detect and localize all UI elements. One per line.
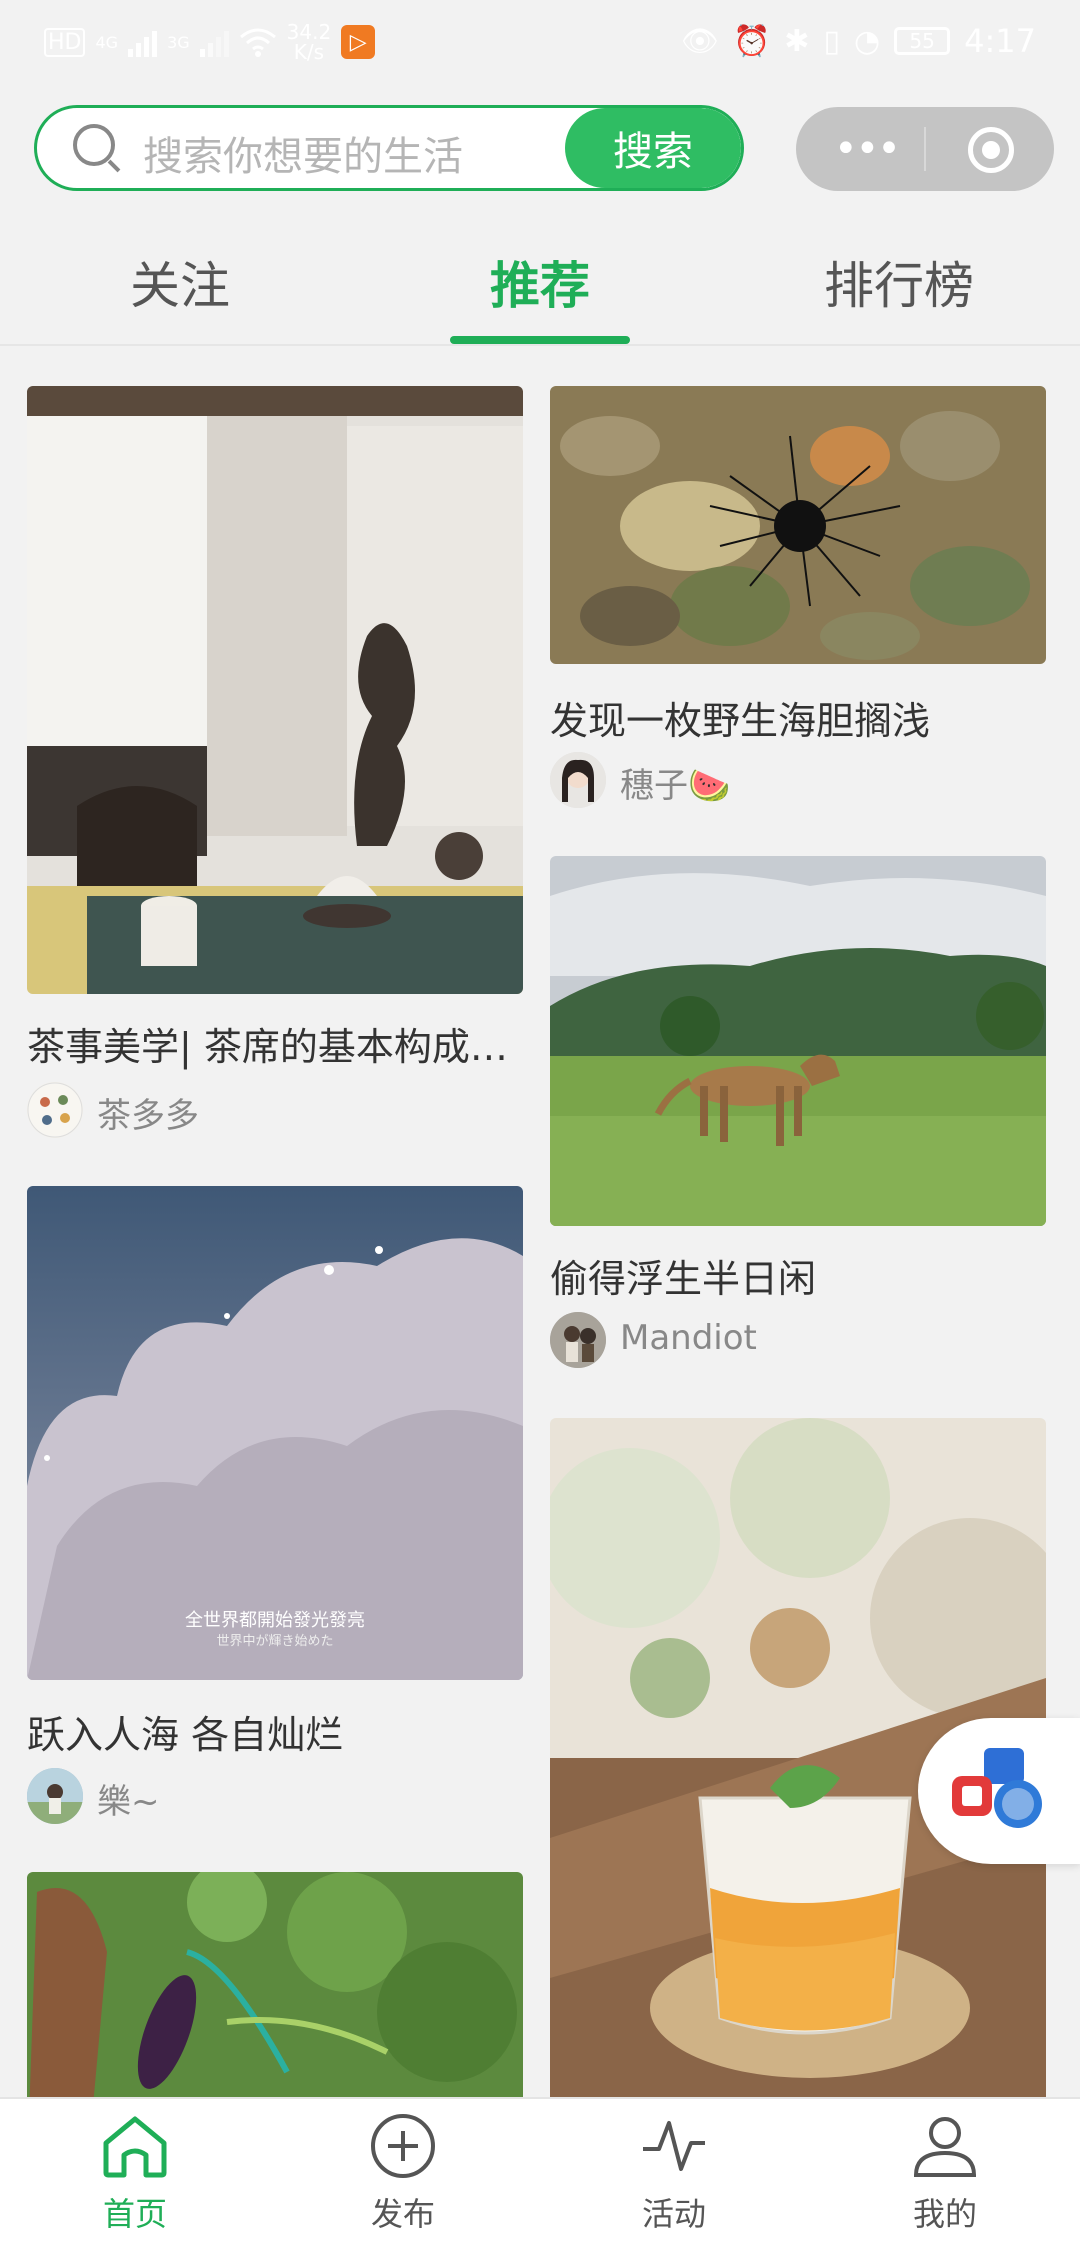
search-icon bbox=[73, 124, 115, 166]
assistant-icon bbox=[952, 1748, 1042, 1828]
image-overlay-subcaption: 世界中が輝き始めた bbox=[216, 1634, 334, 1649]
activity-icon bbox=[643, 2121, 705, 2171]
author-name: Mandiot bbox=[620, 1318, 757, 1358]
tabbar-home[interactable]: 首页 bbox=[55, 2113, 215, 2235]
tabbar-activity-label: 活动 bbox=[641, 2195, 706, 2233]
status-left: HD 4G 3G 34.2 K/s ▷ bbox=[44, 22, 376, 62]
status-right: 👁 ⏰ ✱ ▯ ◔ 55 4:17 bbox=[681, 22, 1036, 60]
card-title: 茶事美学| 茶席的基本构成… bbox=[27, 1025, 508, 1069]
feed-tabs: 关注 推荐 排行榜 bbox=[0, 240, 1080, 344]
network-4g-label: 4G bbox=[95, 32, 119, 52]
card-image-tea bbox=[27, 386, 523, 994]
home-icon bbox=[103, 2116, 167, 2178]
feed-card[interactable]: 偷得浮生半日闲 Mandiot bbox=[550, 856, 1046, 1376]
miniprogram-capsule: ••• bbox=[796, 107, 1054, 191]
search-bar[interactable]: 搜索你想要的生活 搜索 bbox=[34, 105, 744, 191]
tab-recommend[interactable]: 推荐 bbox=[490, 246, 590, 318]
net-speed: 34.2 K/s bbox=[287, 22, 332, 62]
capsule-divider bbox=[924, 127, 926, 171]
bottom-tab-bar: 首页 发布 活动 我的 bbox=[0, 2097, 1080, 2246]
author-avatar bbox=[550, 1312, 606, 1368]
card-image-sea-urchin bbox=[550, 386, 1046, 664]
hd-badge: HD bbox=[44, 27, 86, 57]
feed-card[interactable]: 全世界都開始發光發亮 世界中が輝き始めた 跃入人海 各自灿烂 樂~ bbox=[27, 1186, 523, 1826]
tabbar-home-label: 首页 bbox=[102, 2195, 167, 2233]
bluetooth-icon: ✱ bbox=[784, 23, 810, 59]
app-notification-icon: ▷ bbox=[341, 25, 376, 59]
more-icon[interactable]: ••• bbox=[834, 129, 901, 169]
signal-1-icon bbox=[128, 27, 158, 57]
card-image-clouds: 全世界都開始發光發亮 世界中が輝き始めた bbox=[27, 1186, 523, 1680]
card-image-garden bbox=[27, 1872, 523, 2097]
eye-icon: 👁 bbox=[680, 23, 719, 59]
card-image-dog-field bbox=[550, 856, 1046, 1226]
close-target-icon[interactable] bbox=[968, 127, 1014, 173]
card-title: 跃入人海 各自灿烂 bbox=[27, 1713, 344, 1757]
network-3g-label: 3G bbox=[167, 32, 190, 52]
author-name: 穗子🍉 bbox=[620, 766, 731, 806]
search-input[interactable]: 搜索你想要的生活 bbox=[143, 124, 463, 182]
feed-card[interactable]: 发现一枚野生海胆搁浅 穗子🍉 bbox=[550, 386, 1046, 816]
speedometer-icon: ◔ bbox=[853, 23, 881, 59]
wifi-icon bbox=[239, 28, 276, 57]
author-name: 樂~ bbox=[97, 1782, 160, 1822]
card-title: 发现一枚野生海胆搁浅 bbox=[550, 699, 931, 743]
author-avatar bbox=[27, 1082, 83, 1138]
alarm-icon: ⏰ bbox=[732, 23, 771, 59]
tabbar-profile-label: 我的 bbox=[912, 2195, 977, 2233]
tab-active-indicator bbox=[450, 336, 630, 344]
feed-card[interactable] bbox=[27, 1872, 523, 2097]
feed-card[interactable]: 茶事美学| 茶席的基本构成… 茶多多 bbox=[27, 386, 523, 1146]
image-overlay-caption: 全世界都開始發光發亮 bbox=[185, 1610, 365, 1631]
author-avatar bbox=[27, 1768, 83, 1824]
tabbar-profile[interactable]: 我的 bbox=[865, 2113, 1025, 2235]
tabbar-activity[interactable]: 活动 bbox=[594, 2113, 754, 2235]
tab-ranking[interactable]: 排行榜 bbox=[824, 246, 974, 318]
search-button[interactable]: 搜索 bbox=[565, 108, 741, 188]
card-title: 偷得浮生半日闲 bbox=[550, 1257, 817, 1301]
clock-time: 4:17 bbox=[964, 22, 1036, 60]
tabs-divider bbox=[0, 344, 1080, 346]
status-bar: HD 4G 3G 34.2 K/s ▷ 👁 ⏰ ✱ ▯ ◔ 55 4:17 bbox=[0, 0, 1080, 84]
tab-follow[interactable]: 关注 bbox=[130, 246, 230, 318]
author-name: 茶多多 bbox=[97, 1096, 199, 1136]
vibrate-icon: ▯ bbox=[823, 23, 840, 59]
net-speed-unit: K/s bbox=[293, 40, 325, 64]
user-icon bbox=[913, 2117, 977, 2177]
plus-circle-icon bbox=[371, 2114, 435, 2178]
author-avatar bbox=[550, 752, 606, 808]
signal-2-icon bbox=[199, 27, 229, 57]
tabbar-publish[interactable]: 发布 bbox=[323, 2113, 483, 2235]
tabbar-publish-label: 发布 bbox=[370, 2195, 435, 2233]
floating-assistant-button[interactable] bbox=[918, 1718, 1080, 1864]
battery-indicator: 55 bbox=[894, 27, 951, 55]
